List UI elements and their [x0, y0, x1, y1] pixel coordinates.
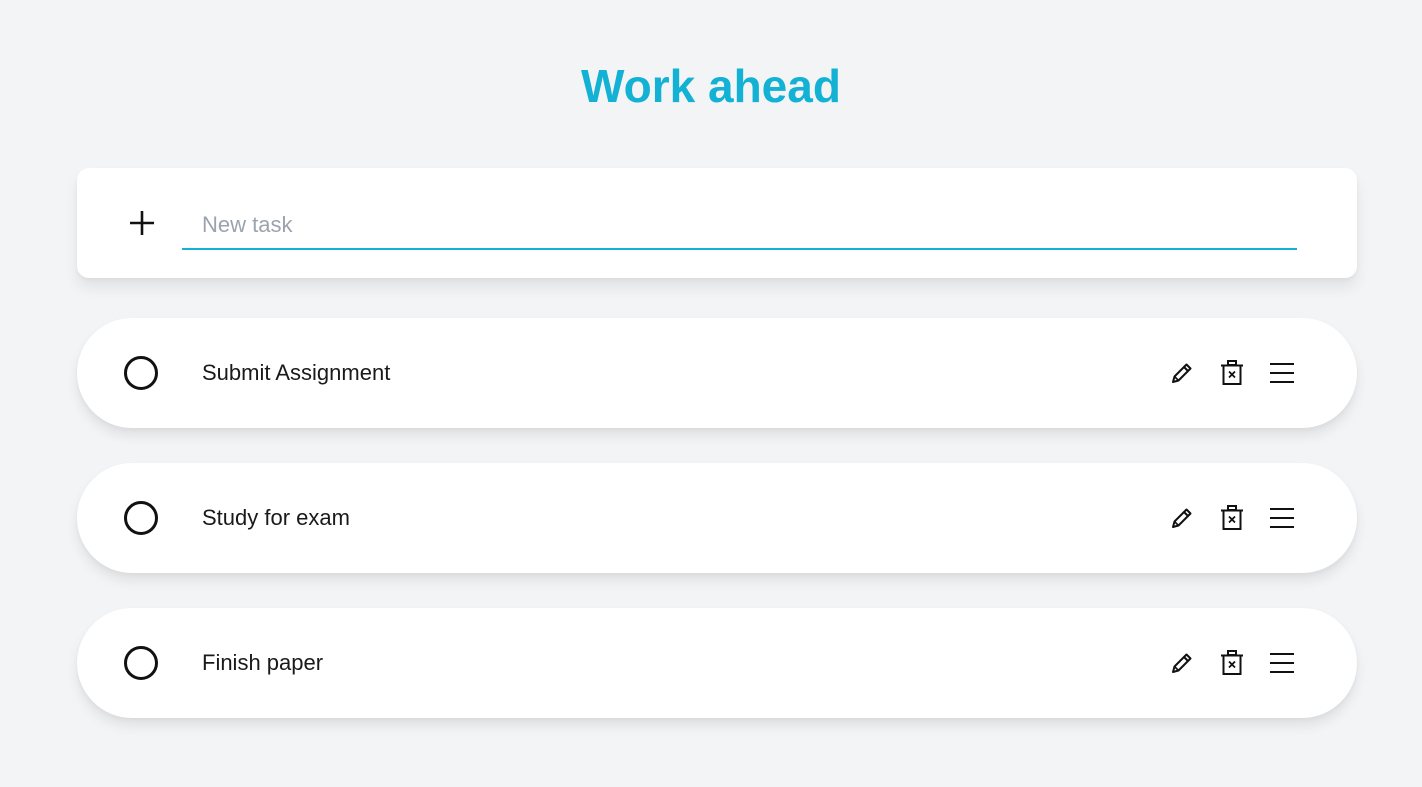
drag-handle-icon	[1270, 363, 1294, 383]
task-label: Finish paper	[202, 650, 324, 675]
edit-task-button[interactable]	[1167, 503, 1197, 533]
trash-icon	[1221, 505, 1243, 530]
task-item: Submit Assignment	[77, 318, 1357, 428]
complete-task-checkbox[interactable]	[124, 501, 158, 535]
pencil-icon	[1172, 653, 1192, 673]
task-label: Submit Assignment	[202, 360, 391, 385]
drag-handle-icon	[1270, 653, 1294, 673]
new-task-card	[77, 168, 1357, 278]
edit-task-button[interactable]	[1167, 648, 1197, 678]
edit-task-button[interactable]	[1167, 358, 1197, 388]
task-list: Submit Assignment Study for exam Finish …	[77, 318, 1357, 753]
reorder-task-handle[interactable]	[1267, 358, 1297, 388]
complete-task-checkbox[interactable]	[124, 646, 158, 680]
drag-handle-icon	[1270, 508, 1294, 528]
task-item: Finish paper	[77, 608, 1357, 718]
complete-task-checkbox[interactable]	[124, 356, 158, 390]
todo-app: Work ahead Submit Assignment	[0, 0, 1422, 787]
page-title: Work ahead	[581, 60, 841, 112]
delete-task-button[interactable]	[1217, 648, 1247, 678]
pencil-icon	[1172, 363, 1192, 383]
pencil-icon	[1172, 508, 1192, 528]
delete-task-button[interactable]	[1217, 503, 1247, 533]
reorder-task-handle[interactable]	[1267, 648, 1297, 678]
reorder-task-handle[interactable]	[1267, 503, 1297, 533]
task-label: Study for exam	[202, 505, 350, 530]
task-item: Study for exam	[77, 463, 1357, 573]
add-task-button[interactable]	[126, 207, 158, 239]
delete-task-button[interactable]	[1217, 358, 1247, 388]
new-task-input[interactable]	[182, 202, 1297, 250]
trash-icon	[1221, 360, 1243, 385]
plus-icon	[130, 211, 154, 235]
trash-icon	[1221, 650, 1243, 675]
